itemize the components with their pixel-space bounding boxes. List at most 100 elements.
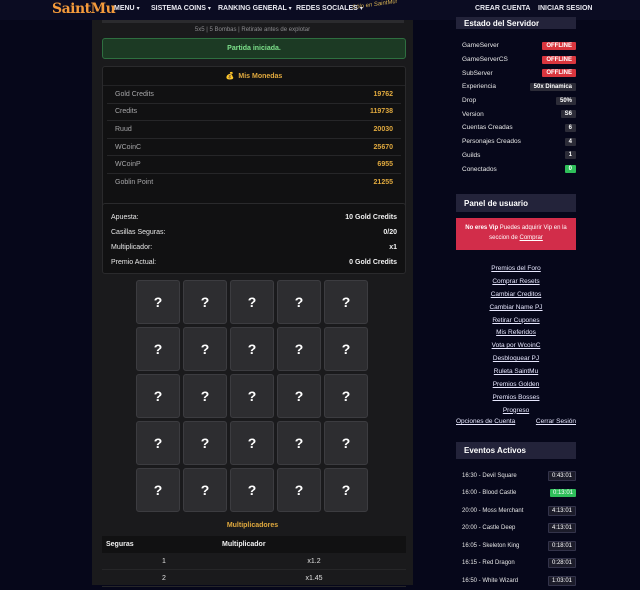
- bet-label: Premio Actual:: [111, 259, 157, 266]
- server-status-panel: Estado del Servidor GameServer OFFLINE Ga…: [456, 17, 576, 176]
- server-row: Conectados 0: [456, 162, 576, 176]
- server-label: Cuentas Creadas: [462, 124, 513, 132]
- status-badge: 50%: [555, 96, 576, 105]
- event-row: 16:30 - Devil Square 0:43:01: [456, 467, 576, 485]
- safe-cells-row: Casillas Seguras: 0/20: [103, 225, 405, 240]
- event-timer: 0:28:01: [547, 558, 576, 569]
- event-time: 16:00: [462, 490, 478, 497]
- link-ruleta[interactable]: Ruleta SaintMu: [456, 365, 576, 378]
- status-badge: OFFLINE: [542, 41, 576, 50]
- site-logo[interactable]: SaintMu: [52, 1, 116, 17]
- grid-cell[interactable]: ?: [230, 374, 274, 418]
- multipliers-table: Seguras Multiplicador 1 x1.2 2 x1.45: [102, 536, 406, 587]
- grid-cell[interactable]: ?: [136, 421, 180, 465]
- grid-cell[interactable]: ?: [324, 421, 368, 465]
- coins-title: 💰 Mis Monedas: [103, 67, 405, 86]
- bet-value: 0/20: [383, 229, 397, 236]
- link-premios-bosses[interactable]: Premios Bosses: [456, 391, 576, 404]
- grid-cell[interactable]: ?: [230, 468, 274, 512]
- status-badge: 0: [564, 165, 576, 174]
- event-timer: 4:13:01: [547, 523, 576, 534]
- nav-menu[interactable]: MENU ▾: [114, 5, 140, 12]
- grid-cell[interactable]: ?: [324, 468, 368, 512]
- grid-cell[interactable]: ?: [324, 327, 368, 371]
- nav-sistema-coins[interactable]: SISTEMA COINS ▾: [151, 5, 211, 12]
- grid-cell[interactable]: ?: [183, 327, 227, 371]
- server-row: Cuentas Creadas 6: [456, 121, 576, 135]
- logout-link[interactable]: Cerrar Sesión: [536, 418, 576, 425]
- vip-buy-link[interactable]: Comprar: [520, 235, 543, 241]
- link-vota-wcoinc[interactable]: Vota por WcoinC: [456, 339, 576, 352]
- mine-grid: ? ? ? ? ? ? ? ? ? ? ? ? ? ? ? ? ? ? ? ? …: [136, 280, 370, 514]
- coin-value: 119738: [370, 108, 393, 116]
- event-label: 16:50 - White Wizard: [462, 577, 519, 584]
- grid-cell[interactable]: ?: [136, 468, 180, 512]
- status-badge: 1: [564, 151, 576, 160]
- server-row: GameServer OFFLINE: [456, 39, 576, 53]
- nav-sistema-coins-label: SISTEMA COINS: [151, 5, 206, 12]
- multiplier-value: x1.45: [305, 574, 323, 582]
- table-row: 1 x1.2: [102, 553, 406, 570]
- safe-count: 1: [162, 557, 166, 565]
- account-links: Opciones de Cuenta Cerrar Sesión: [456, 418, 576, 425]
- nav-redes-sociales[interactable]: REDES SOCIALES ▾: [296, 5, 363, 12]
- multiplier-value: x1.2: [307, 557, 321, 565]
- event-row: 16:00 - Blood Castle 0:13:01: [456, 485, 576, 503]
- coin-value: 25670: [373, 143, 393, 151]
- grid-cell[interactable]: ?: [136, 280, 180, 324]
- grid-cell[interactable]: ?: [230, 327, 274, 371]
- grid-cell[interactable]: ?: [277, 280, 321, 324]
- safe-count: 2: [162, 574, 166, 582]
- grid-cell[interactable]: ?: [230, 280, 274, 324]
- link-cambiar-name[interactable]: Cambiar Name PJ: [456, 301, 576, 314]
- event-timer: 0:13:01: [549, 489, 576, 498]
- status-badge: 6: [564, 123, 576, 132]
- login-button[interactable]: INICIAR SESION: [538, 5, 592, 12]
- chevron-down-icon: ▾: [136, 6, 140, 12]
- grid-cell[interactable]: ?: [277, 374, 321, 418]
- link-premios-golden[interactable]: Premios Golden: [456, 378, 576, 391]
- title-strip: [102, 20, 404, 23]
- header-safe: Seguras: [106, 541, 134, 548]
- event-timer: 0:18:01: [547, 540, 576, 551]
- minesweeper-game: 5x5 | 5 Bombas | Retirate antes de explo…: [92, 20, 413, 587]
- server-row: Guilds 1: [456, 149, 576, 163]
- grid-cell[interactable]: ?: [136, 327, 180, 371]
- grid-cell[interactable]: ?: [183, 421, 227, 465]
- bet-value: x1: [389, 244, 397, 251]
- server-row: Personajes Creados 4: [456, 135, 576, 149]
- event-name: Moss Merchant: [482, 507, 524, 514]
- account-options-link[interactable]: Opciones de Cuenta: [456, 418, 515, 425]
- link-desbloquear-pj[interactable]: Desbloquear PJ: [456, 352, 576, 365]
- vip-notice: No eres Vip Puedes adquirir Vip en la se…: [456, 218, 576, 250]
- grid-cell[interactable]: ?: [136, 374, 180, 418]
- grid-cell[interactable]: ?: [324, 374, 368, 418]
- header-multiplier: Multiplicador: [222, 541, 266, 548]
- grid-cell[interactable]: ?: [324, 280, 368, 324]
- link-premios-foro[interactable]: Premios del Foro: [456, 262, 576, 275]
- link-retirar-cupones[interactable]: Retirar Cupones: [456, 314, 576, 327]
- grid-cell[interactable]: ?: [183, 280, 227, 324]
- link-mis-referidos[interactable]: Mis Referidos: [456, 326, 576, 339]
- user-links: Premios del Foro Comprar Resets Cambiar …: [456, 262, 576, 417]
- link-cambiar-creditos[interactable]: Cambiar Creditos: [456, 288, 576, 301]
- event-name: Skeleton King: [482, 542, 520, 549]
- event-name: Blood Castle: [482, 490, 517, 497]
- link-progreso[interactable]: Progreso: [456, 404, 576, 417]
- grid-cell[interactable]: ?: [183, 468, 227, 512]
- grid-cell[interactable]: ?: [277, 327, 321, 371]
- grid-cell[interactable]: ?: [230, 421, 274, 465]
- nav-ranking-general[interactable]: RANKING GENERAL ▾: [218, 5, 292, 12]
- grid-cell[interactable]: ?: [277, 421, 321, 465]
- server-row: Version S6: [456, 107, 576, 121]
- event-row: 16:15 - Red Dragon 0:28:01: [456, 555, 576, 573]
- event-time: 16:05: [462, 542, 478, 549]
- create-account-button[interactable]: CREAR CUENTA: [475, 5, 530, 12]
- vip-bold: No eres Vip: [465, 225, 499, 231]
- coin-label: WCoinP: [115, 161, 141, 169]
- nav-redes-label: REDES SOCIALES: [296, 5, 358, 12]
- status-badge: 50x Dinamica: [529, 82, 576, 91]
- grid-cell[interactable]: ?: [183, 374, 227, 418]
- grid-cell[interactable]: ?: [277, 468, 321, 512]
- link-comprar-resets[interactable]: Comprar Resets: [456, 275, 576, 288]
